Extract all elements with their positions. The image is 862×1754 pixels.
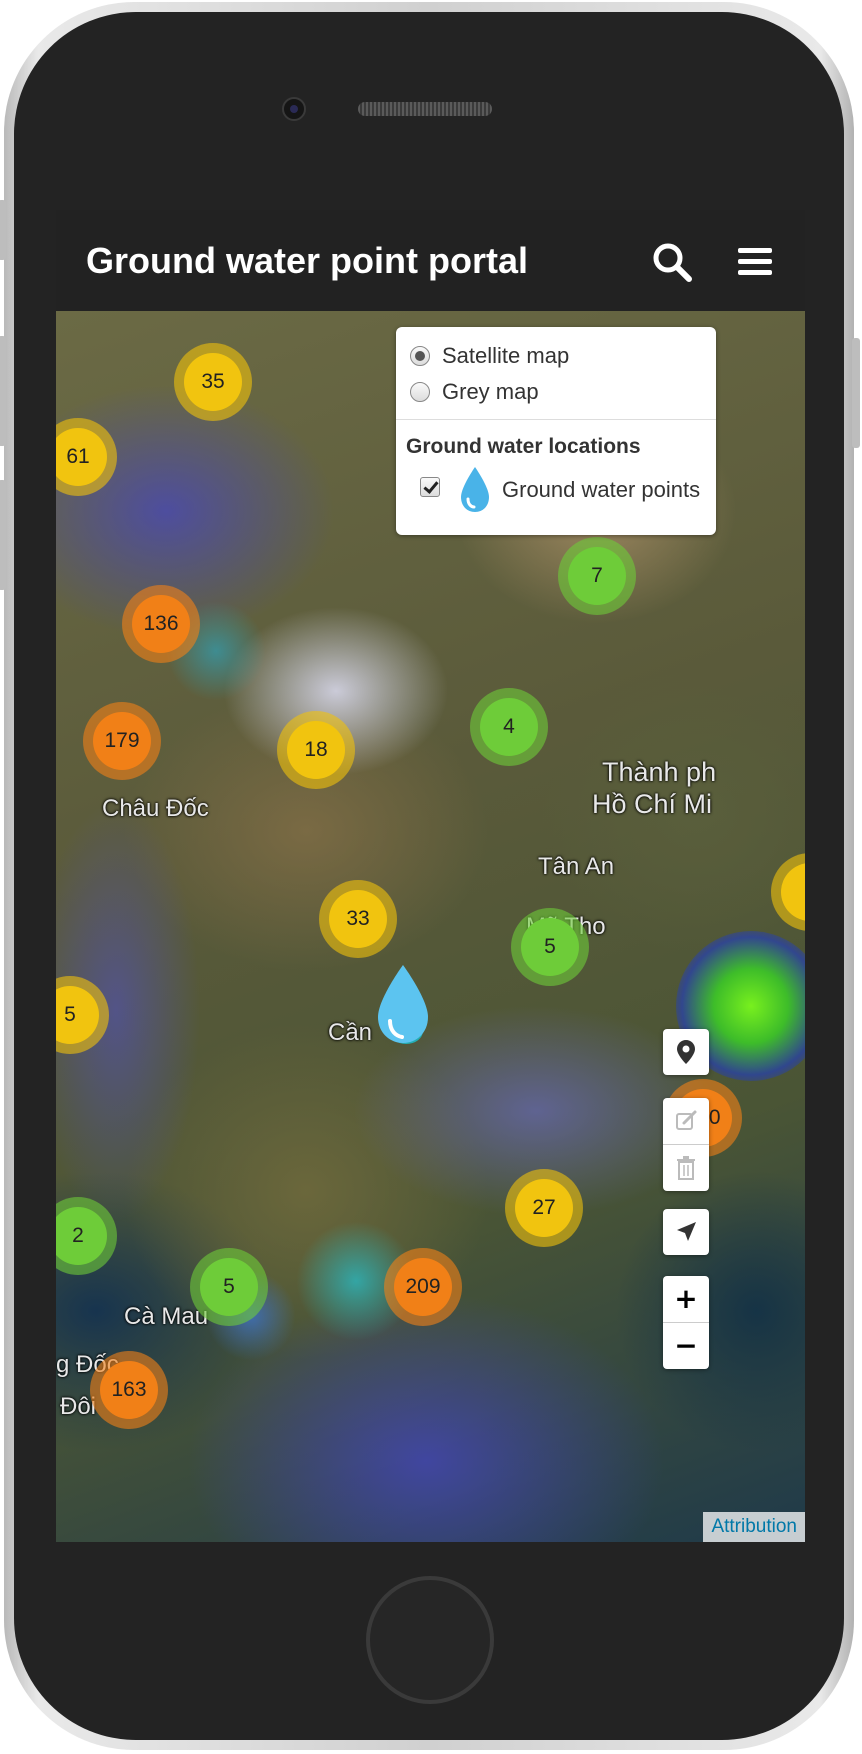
edit-icon[interactable] bbox=[663, 1098, 709, 1144]
zoom-out-button[interactable]: − bbox=[663, 1322, 709, 1369]
zoom-in-button[interactable]: + bbox=[663, 1276, 709, 1322]
marker-cluster[interactable]: 209 bbox=[384, 1248, 462, 1326]
cluster-count: 2 bbox=[56, 1207, 107, 1265]
marker-cluster[interactable]: 4 bbox=[470, 688, 548, 766]
marker-cluster[interactable]: 5 bbox=[56, 976, 109, 1054]
marker-cluster[interactable]: 5 bbox=[511, 908, 589, 986]
draw-control bbox=[663, 1098, 709, 1191]
cluster-count: 5 bbox=[56, 986, 99, 1044]
top-navbar: Ground water point portal bbox=[56, 210, 805, 311]
zoom-out-label: − bbox=[674, 1329, 698, 1362]
base-layer-grey[interactable]: Grey map bbox=[410, 379, 539, 405]
cluster-count: 27 bbox=[515, 1179, 573, 1237]
cluster-count: 209 bbox=[394, 1258, 452, 1316]
trash-icon[interactable] bbox=[663, 1144, 709, 1191]
satellite-map[interactable]: Châu Đốc Thành ph Hồ Chí Mi Tân An Mỹ Th… bbox=[56, 311, 805, 1542]
overlay-checkbox[interactable] bbox=[420, 477, 440, 497]
cluster-count: 1 bbox=[781, 863, 805, 921]
zoom-control: + − bbox=[663, 1276, 709, 1369]
earpiece-speaker bbox=[358, 102, 492, 116]
base-layer-satellite[interactable]: Satellite map bbox=[410, 343, 569, 369]
cluster-count: 35 bbox=[184, 353, 242, 411]
locate-control bbox=[663, 1209, 709, 1255]
marker-cluster[interactable]: 33 bbox=[319, 880, 397, 958]
base-layer-label: Grey map bbox=[442, 379, 539, 404]
place-label: Thành ph bbox=[602, 757, 717, 787]
cluster-count: 33 bbox=[329, 890, 387, 948]
marker-cluster[interactable]: 18 bbox=[277, 711, 355, 789]
place-label: Châu Đốc bbox=[102, 795, 209, 822]
place-label: Hồ Chí Mi bbox=[592, 789, 713, 819]
app-title: Ground water point portal bbox=[86, 240, 528, 281]
attribution-link[interactable]: Attribution bbox=[703, 1512, 805, 1542]
overlay-label: Ground water points bbox=[502, 477, 701, 502]
base-layer-label: Satellite map bbox=[442, 343, 570, 368]
place-label: Tân An bbox=[538, 853, 615, 880]
cluster-count: 5 bbox=[521, 918, 579, 976]
cluster-count: 136 bbox=[132, 595, 190, 653]
marker-cluster[interactable]: 5 bbox=[190, 1248, 268, 1326]
marker-cluster[interactable]: 27 bbox=[505, 1169, 583, 1247]
marker-cluster[interactable]: 61 bbox=[56, 418, 117, 496]
power-button bbox=[852, 338, 860, 448]
panel-divider bbox=[396, 419, 716, 420]
search-icon[interactable] bbox=[650, 240, 694, 284]
marker-control bbox=[663, 1029, 709, 1075]
map-marker-icon[interactable] bbox=[663, 1029, 709, 1075]
app-screen: Ground water point portal Châu Đốc Thành… bbox=[56, 210, 805, 1542]
overlay-group-title: Ground water locations bbox=[406, 435, 641, 458]
home-button[interactable] bbox=[366, 1576, 494, 1704]
locate-arrow-icon[interactable] bbox=[663, 1209, 709, 1255]
marker-cluster[interactable]: 136 bbox=[122, 585, 200, 663]
cluster-count: 179 bbox=[93, 712, 151, 770]
marker-cluster[interactable]: 1 bbox=[771, 853, 805, 931]
mute-switch bbox=[0, 200, 6, 260]
water-drop-icon[interactable] bbox=[368, 961, 438, 1061]
volume-down-button bbox=[0, 480, 6, 590]
marker-cluster[interactable]: 7 bbox=[558, 537, 636, 615]
cluster-count: 61 bbox=[56, 428, 107, 486]
cluster-count: 7 bbox=[568, 547, 626, 605]
place-label: Cần bbox=[328, 1019, 373, 1046]
water-drop-icon bbox=[458, 465, 492, 515]
marker-cluster[interactable]: 35 bbox=[174, 343, 252, 421]
front-camera bbox=[282, 97, 306, 121]
marker-cluster[interactable]: 179 bbox=[83, 702, 161, 780]
marker-cluster[interactable]: 163 bbox=[90, 1351, 168, 1429]
zoom-in-label: + bbox=[674, 1282, 698, 1315]
cluster-count: 18 bbox=[287, 721, 345, 779]
radio-button[interactable] bbox=[410, 346, 430, 366]
cluster-count: 4 bbox=[480, 698, 538, 756]
volume-up-button bbox=[0, 336, 6, 446]
marker-cluster[interactable]: 2 bbox=[56, 1197, 117, 1275]
cluster-count: 5 bbox=[200, 1258, 258, 1316]
radio-button[interactable] bbox=[410, 382, 430, 402]
hamburger-menu-icon[interactable] bbox=[736, 242, 776, 282]
layer-control-panel: Satellite map Grey map Ground water loca… bbox=[396, 327, 716, 535]
cluster-count: 163 bbox=[100, 1361, 158, 1419]
